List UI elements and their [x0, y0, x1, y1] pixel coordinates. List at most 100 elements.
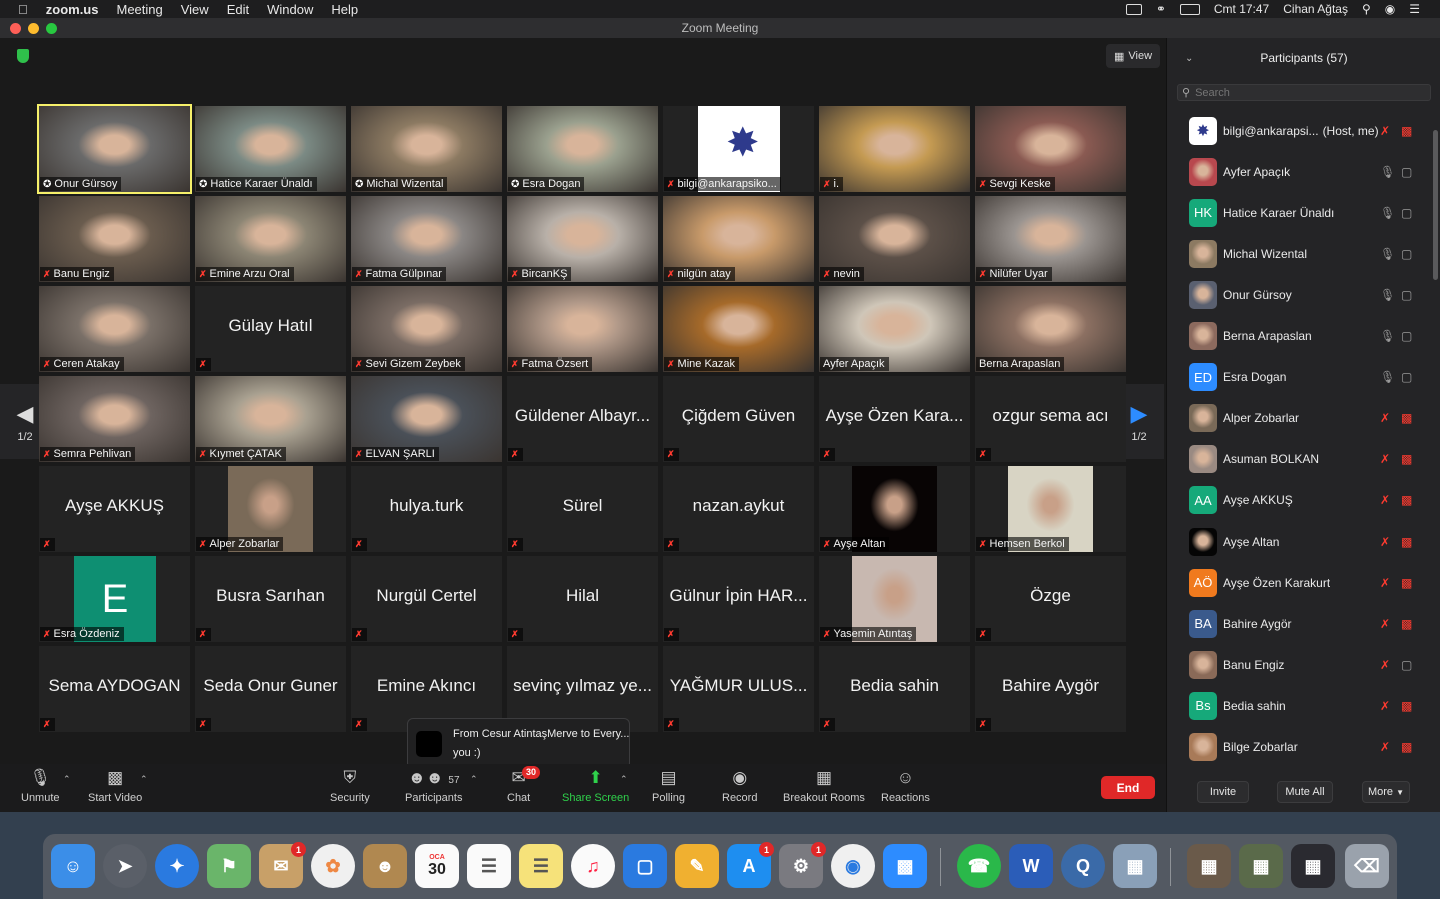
- whatsapp-icon[interactable]: ☎: [957, 844, 1001, 888]
- contacts-icon[interactable]: ☻: [363, 844, 407, 888]
- battery-icon[interactable]: [1179, 3, 1200, 15]
- camera-off-icon[interactable]: ▩: [1401, 576, 1412, 590]
- camera-off-icon[interactable]: ▩: [1401, 452, 1412, 466]
- mic-muted-icon[interactable]: ✗: [1380, 699, 1390, 713]
- keynote-icon[interactable]: ▢: [623, 844, 667, 888]
- participant-tile[interactable]: Nurgül Certel ✗: [351, 556, 502, 642]
- participant-tile[interactable]: Seda Onur Guner ✗: [195, 646, 346, 732]
- wifi-icon[interactable]: ⚭: [1156, 2, 1166, 16]
- microphone-icon[interactable]: 🎙: [1380, 329, 1395, 343]
- close-window-button[interactable]: [10, 23, 21, 34]
- invite-button[interactable]: Invite: [1197, 781, 1249, 803]
- participant-tile[interactable]: ✗ Emine Arzu Oral: [195, 196, 346, 282]
- participant-row[interactable]: BA Bahire Aygör ✗ ▩: [1167, 603, 1440, 644]
- participant-row[interactable]: Bs Bedia sahin ✗ ▩: [1167, 685, 1440, 726]
- microphone-icon[interactable]: 🎙: [1380, 165, 1395, 179]
- word-icon[interactable]: W: [1009, 844, 1053, 888]
- breakout-rooms-button[interactable]: ▦ Breakout Rooms: [783, 768, 865, 804]
- participants-options-caret[interactable]: ⌃: [470, 774, 478, 785]
- participant-tile[interactable]: Ayşe AKKUŞ ✗: [39, 466, 190, 552]
- participant-tile[interactable]: ✗ nilgün atay: [663, 196, 814, 282]
- camera-off-icon[interactable]: ▩: [1401, 740, 1412, 754]
- participant-tile[interactable]: ✗ Mine Kazak: [663, 286, 814, 372]
- participant-tile[interactable]: ✗ Banu Engiz: [39, 196, 190, 282]
- maps-icon[interactable]: ⚑: [207, 844, 251, 888]
- mic-muted-icon[interactable]: ✗: [1380, 411, 1390, 425]
- participant-tile[interactable]: ✗ Nilüfer Uyar: [975, 196, 1126, 282]
- microphone-icon[interactable]: 🎙: [1380, 288, 1395, 302]
- participant-row[interactable]: AA Ayşe AKKUŞ ✗ ▩: [1167, 480, 1440, 521]
- camera-icon[interactable]: ▢: [1401, 329, 1412, 343]
- preview-icon[interactable]: ▦: [1113, 844, 1157, 888]
- camera-off-icon[interactable]: ▩: [1401, 411, 1412, 425]
- minimize-window-button[interactable]: [28, 23, 39, 34]
- participant-tile[interactable]: ✗ Semra Pehlivan: [39, 376, 190, 462]
- end-meeting-button[interactable]: End: [1101, 776, 1155, 799]
- participant-tile[interactable]: Ayşe Özen Kara... ✗: [819, 376, 970, 462]
- participant-tile[interactable]: Gülnur İpin HAR... ✗: [663, 556, 814, 642]
- participant-row[interactable]: Ayşe Altan ✗ ▩: [1167, 521, 1440, 562]
- menu-view[interactable]: View: [181, 2, 209, 17]
- mic-muted-icon[interactable]: ✗: [1380, 617, 1390, 631]
- video-options-caret[interactable]: ⌃: [140, 774, 148, 785]
- participant-tile[interactable]: ✗ Kıymet ÇATAK: [195, 376, 346, 462]
- participant-tile[interactable]: Özge ✗: [975, 556, 1126, 642]
- participant-tile[interactable]: ✗ Alper Zobarlar: [195, 466, 346, 552]
- view-button[interactable]: ▦ View: [1106, 44, 1161, 68]
- participant-tile[interactable]: ✪ Michal Wizental: [351, 106, 502, 192]
- participants-button[interactable]: ☻☻ 57 Participants: [405, 768, 462, 804]
- participant-tile[interactable]: nazan.aykut ✗: [663, 466, 814, 552]
- camera-off-icon[interactable]: ▩: [1401, 124, 1412, 138]
- camera-icon[interactable]: ▢: [1401, 206, 1412, 220]
- mic-muted-icon[interactable]: ✗: [1380, 576, 1390, 590]
- participant-row[interactable]: Asuman BOLKAN ✗ ▩: [1167, 439, 1440, 480]
- participant-tile[interactable]: ✗ Hemsen Berkol: [975, 466, 1126, 552]
- reminders-icon[interactable]: ☰: [467, 844, 511, 888]
- participant-row[interactable]: ED Esra Dogan 🎙 ▢: [1167, 357, 1440, 398]
- reactions-button[interactable]: ☺ Reactions: [881, 768, 930, 804]
- participant-tile[interactable]: ✪ Onur Gürsoy: [37, 104, 192, 194]
- microphone-icon[interactable]: 🎙: [1380, 247, 1395, 261]
- polling-button[interactable]: ▤ Polling: [652, 768, 685, 804]
- participant-tile[interactable]: ✗ Fatma Özsert: [507, 286, 658, 372]
- participant-tile[interactable]: hulya.turk ✗: [351, 466, 502, 552]
- zoom-app-icon[interactable]: ▩: [883, 844, 927, 888]
- camera-icon[interactable]: ▢: [1401, 165, 1412, 179]
- siri-icon[interactable]: ◉: [1385, 2, 1395, 16]
- unmute-button[interactable]: 🎙 Unmute: [21, 768, 60, 804]
- participant-tile[interactable]: ozgur sema acı ✗: [975, 376, 1126, 462]
- participant-tile[interactable]: ✗ Ceren Atakay: [39, 286, 190, 372]
- participant-tile[interactable]: Sürel ✗: [507, 466, 658, 552]
- menu-clock[interactable]: Cmt 17:47: [1214, 2, 1269, 16]
- share-options-caret[interactable]: ⌃: [620, 774, 628, 785]
- camera-off-icon[interactable]: ▩: [1401, 699, 1412, 713]
- camera-icon[interactable]: ▢: [1401, 658, 1412, 672]
- participant-tile[interactable]: ✗ i.: [819, 106, 970, 192]
- participant-tile[interactable]: ✪ Esra Dogan: [507, 106, 658, 192]
- more-button[interactable]: More ▼: [1362, 781, 1410, 803]
- mic-muted-icon[interactable]: ✗: [1380, 124, 1390, 138]
- participant-row[interactable]: Ayfer Apaçık 🎙 ▢: [1167, 151, 1440, 192]
- apple-icon[interactable]: : [18, 2, 28, 17]
- record-button[interactable]: ◉ Record: [722, 768, 757, 804]
- pages-icon[interactable]: ✎: [675, 844, 719, 888]
- camera-icon[interactable]: ▢: [1401, 288, 1412, 302]
- participant-row[interactable]: Banu Engiz ✗ ▢: [1167, 644, 1440, 685]
- participant-tile[interactable]: ✗ Sevgi Keske: [975, 106, 1126, 192]
- chevron-down-icon[interactable]: ⌄: [1185, 53, 1193, 64]
- mute-all-button[interactable]: Mute All: [1277, 781, 1333, 803]
- participant-tile[interactable]: Bahire Aygör ✗: [975, 646, 1126, 732]
- participant-tile[interactable]: Hilal ✗: [507, 556, 658, 642]
- security-button[interactable]: ⛨ Security: [330, 768, 370, 804]
- audio-options-caret[interactable]: ⌃: [63, 774, 71, 785]
- participants-scrollbar[interactable]: [1433, 130, 1438, 280]
- menu-window[interactable]: Window: [267, 2, 313, 17]
- mic-muted-icon[interactable]: ✗: [1380, 493, 1390, 507]
- microphone-icon[interactable]: 🎙: [1380, 206, 1395, 220]
- participant-tile[interactable]: Gülay Hatıl ✗: [195, 286, 346, 372]
- mic-muted-icon[interactable]: ✗: [1380, 452, 1390, 466]
- menu-meeting[interactable]: Meeting: [116, 2, 162, 17]
- minimized-window-1-icon[interactable]: ▦: [1187, 844, 1231, 888]
- participant-row[interactable]: Onur Gürsoy 🎙 ▢: [1167, 274, 1440, 315]
- participant-tile[interactable]: E ✗ Esra Özdeniz: [39, 556, 190, 642]
